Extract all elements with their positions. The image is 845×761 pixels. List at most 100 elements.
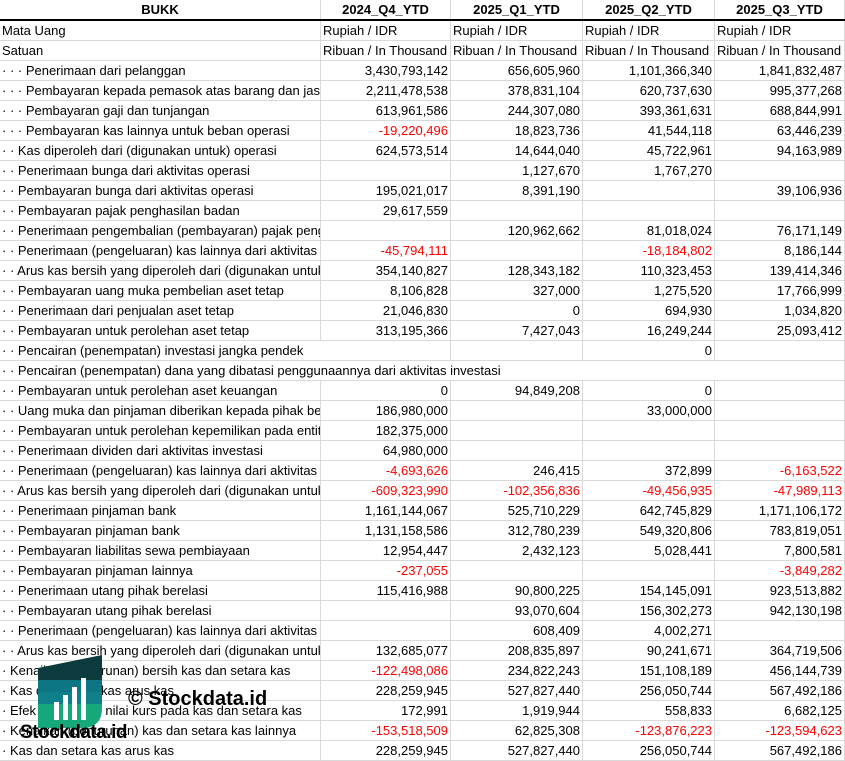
cell[interactable]: 1,171,106,172 [715,501,845,520]
cell[interactable]: 313,195,366 [321,321,451,340]
cell[interactable]: 29,617,559 [321,201,451,220]
row-label[interactable]: · · Penerimaan (pengeluaran) kas lainnya… [0,621,321,640]
cell[interactable]: 0 [583,341,715,360]
cell[interactable] [715,381,845,400]
cell[interactable]: 527,827,440 [451,741,583,760]
cell[interactable]: 234,822,243 [451,661,583,680]
row-label[interactable]: · · Penerimaan pengembalian (pembayaran)… [0,221,321,240]
cell[interactable]: 132,685,077 [321,641,451,660]
cell[interactable] [583,201,715,220]
row-label[interactable]: · · Kas diperoleh dari (digunakan untuk)… [0,141,321,160]
cell[interactable]: 549,320,806 [583,521,715,540]
cell[interactable]: 613,961,586 [321,101,451,120]
cell[interactable]: -122,498,086 [321,661,451,680]
cell[interactable]: 620,737,630 [583,81,715,100]
cell[interactable]: 156,302,273 [583,601,715,620]
cell[interactable]: 525,710,229 [451,501,583,520]
row-label[interactable]: · · Arus kas bersih yang diperoleh dari … [0,261,321,280]
cell[interactable] [451,421,583,440]
cell[interactable]: 0 [321,381,451,400]
cell[interactable]: 783,819,051 [715,521,845,540]
cell[interactable]: -3,849,282 [715,561,845,580]
header-period[interactable]: 2025_Q1_YTD [451,0,583,19]
cell[interactable] [715,421,845,440]
cell[interactable]: 312,780,239 [451,521,583,540]
cell[interactable]: 1,841,832,487 [715,61,845,80]
row-label[interactable]: · · · Pembayaran gaji dan tunjangan [0,101,321,120]
cell[interactable]: 39,106,936 [715,181,845,200]
cell[interactable]: 3,430,793,142 [321,61,451,80]
cell[interactable] [451,241,583,260]
cell[interactable]: 567,492,186 [715,681,845,700]
cell[interactable]: -6,163,522 [715,461,845,480]
row-label[interactable]: · Kas dan setara kas arus kas [0,681,321,700]
cell[interactable]: 90,800,225 [451,581,583,600]
cell[interactable]: 151,108,189 [583,661,715,680]
row-label[interactable]: · · Pembayaran untuk perolehan aset keua… [0,381,321,400]
cell[interactable]: 995,377,268 [715,81,845,100]
row-label[interactable]: · · Penerimaan utang pihak berelasi [0,581,321,600]
cell[interactable]: 14,644,040 [451,141,583,160]
cell[interactable] [715,621,845,640]
cell[interactable]: 0 [451,301,583,320]
header-period[interactable]: 2025_Q2_YTD [583,0,715,19]
cell[interactable]: 228,259,945 [321,741,451,760]
cell[interactable]: 1,275,520 [583,281,715,300]
cell[interactable]: Ribuan / In Thousand [715,41,845,60]
cell[interactable]: 41,544,118 [583,121,715,140]
cell[interactable]: 12,954,447 [321,541,451,560]
row-label[interactable]: · Kenaikan (penurunan) bersih kas dan se… [0,661,321,680]
cell[interactable]: 624,573,514 [321,141,451,160]
cell[interactable]: 25,093,412 [715,321,845,340]
row-label[interactable]: · · Arus kas bersih yang diperoleh dari … [0,481,321,500]
cell[interactable]: 656,605,960 [451,61,583,80]
row-label[interactable]: · Kenaikan (penurunan) kas dan setara ka… [0,721,321,740]
cell[interactable]: 90,241,671 [583,641,715,660]
cell[interactable]: 172,991 [321,701,451,720]
row-label[interactable]: · · Pembayaran untuk perolehan aset teta… [0,321,321,340]
cell[interactable]: -153,518,509 [321,721,451,740]
cell[interactable]: 115,416,988 [321,581,451,600]
cell[interactable]: Ribuan / In Thousand [451,41,583,60]
cell[interactable] [715,201,845,220]
cell[interactable]: -49,456,935 [583,481,715,500]
cell[interactable]: -237,055 [321,561,451,580]
cell[interactable]: 378,831,104 [451,81,583,100]
header-period[interactable]: 2025_Q3_YTD [715,0,845,19]
cell[interactable]: 120,962,662 [451,221,583,240]
row-label[interactable]: Satuan [0,41,321,60]
cell[interactable]: 154,145,091 [583,581,715,600]
cell[interactable]: 76,171,149 [715,221,845,240]
cell[interactable]: Rupiah / IDR [321,21,451,40]
row-label[interactable]: · · Uang muka dan pinjaman diberikan kep… [0,401,321,420]
row-label[interactable]: · · Pembayaran bunga dari aktivitas oper… [0,181,321,200]
cell[interactable]: 923,513,882 [715,581,845,600]
cell[interactable]: 18,823,736 [451,121,583,140]
row-label[interactable]: · · Pembayaran liabilitas sewa pembiayaa… [0,541,321,560]
cell[interactable] [451,401,583,420]
cell[interactable]: 128,343,182 [451,261,583,280]
cell[interactable]: Rupiah / IDR [583,21,715,40]
row-label[interactable]: · · Arus kas bersih yang diperoleh dari … [0,641,321,660]
cell[interactable]: 8,391,190 [451,181,583,200]
cell[interactable]: 256,050,744 [583,741,715,760]
cell[interactable]: 688,844,991 [715,101,845,120]
cell[interactable]: 45,722,961 [583,141,715,160]
cell[interactable]: 1,131,158,586 [321,521,451,540]
cell[interactable] [583,561,715,580]
cell[interactable]: 694,930 [583,301,715,320]
cell[interactable]: 139,414,346 [715,261,845,280]
row-label[interactable]: · · · Pembayaran kas lainnya untuk beban… [0,121,321,140]
cell[interactable]: -18,184,802 [583,241,715,260]
cell[interactable] [451,341,583,360]
cell[interactable]: 527,827,440 [451,681,583,700]
cell[interactable]: 62,825,308 [451,721,583,740]
cell[interactable]: 642,745,829 [583,501,715,520]
cell[interactable]: 186,980,000 [321,401,451,420]
cell[interactable]: 2,211,478,538 [321,81,451,100]
cell[interactable]: 63,446,239 [715,121,845,140]
cell[interactable]: 81,018,024 [583,221,715,240]
cell[interactable]: 4,002,271 [583,621,715,640]
cell[interactable]: 256,050,744 [583,681,715,700]
cell[interactable]: 364,719,506 [715,641,845,660]
